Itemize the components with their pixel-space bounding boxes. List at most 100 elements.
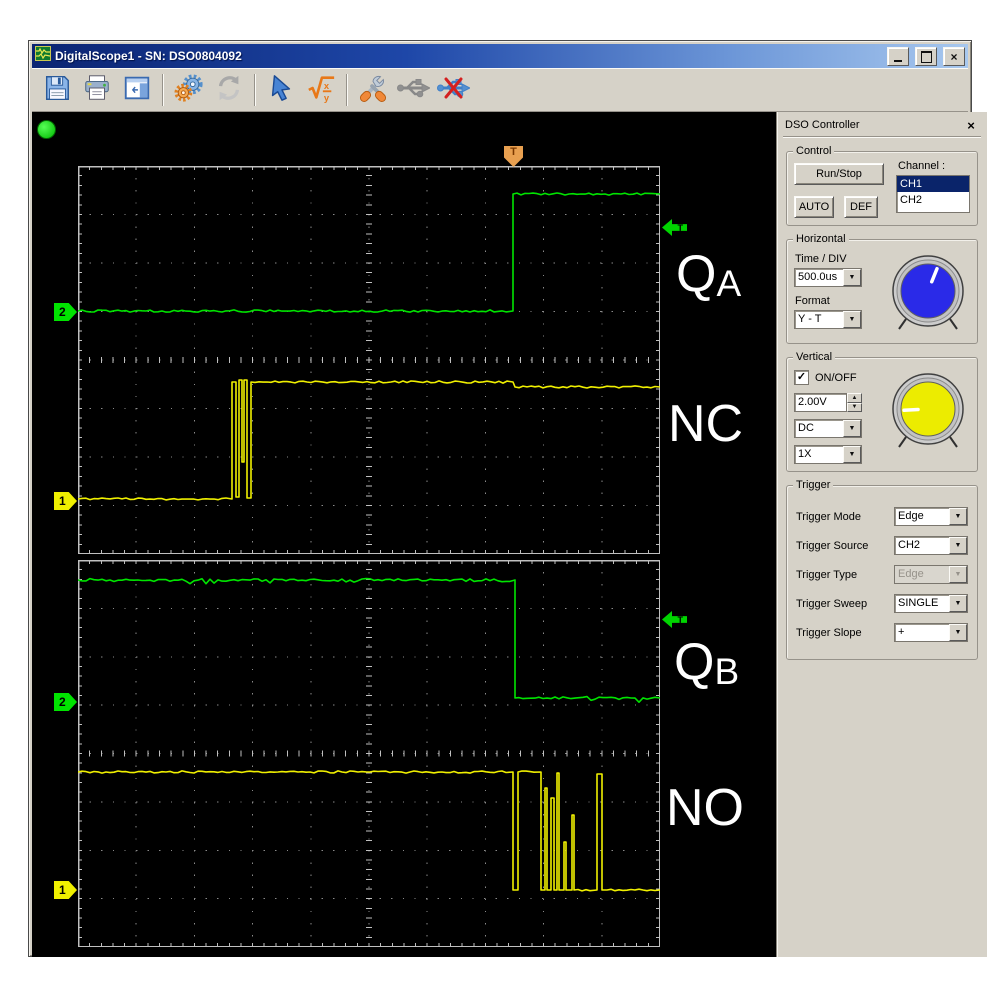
channel-option-ch2[interactable]: CH2 [897, 192, 969, 208]
ch1-position-marker-top[interactable]: 1 [54, 492, 77, 510]
horizontal-group-legend: Horizontal [793, 233, 849, 245]
trigger-type-value: Edge [895, 566, 949, 583]
onoff-label: ON/OFF [815, 371, 857, 384]
signal-label-qb: QB [674, 633, 740, 692]
trigger-sweep-row: Trigger Sweep SINGLE ▼ [796, 594, 968, 613]
horizontal-group: Horizontal Time / DIV 500.0us ▼ Format Y… [786, 233, 978, 344]
chevron-down-icon[interactable]: ▼ [949, 537, 967, 554]
horizontal-knob[interactable] [890, 253, 970, 336]
toolbar-separator [254, 74, 256, 106]
close-button[interactable]: × [943, 46, 965, 66]
volts-div-stepper[interactable]: 2.00V ▲ ▼ [794, 393, 862, 412]
format-value: Y - T [798, 313, 822, 325]
auto-button[interactable]: AUTO [794, 196, 834, 218]
app-icon [35, 46, 51, 66]
math-button[interactable]: xy [301, 72, 341, 108]
cursor-icon [266, 73, 296, 108]
usb-disconnect-icon [436, 75, 472, 106]
coupling-value: DC [798, 422, 814, 434]
refresh-button[interactable] [209, 72, 249, 108]
spin-up-icon[interactable]: ▲ [847, 393, 862, 403]
time-div-value: 500.0us [798, 271, 838, 283]
trigger-mode-select[interactable]: Edge ▼ [894, 507, 968, 526]
app-window: DigitalScope1 - SN: DSO0804092 × xy Q A NC… [28, 40, 987, 957]
toolbar-separator [346, 74, 348, 106]
trigger-source-select[interactable]: CH2 ▼ [894, 536, 968, 555]
chevron-down-icon[interactable]: ▼ [949, 595, 967, 612]
trigger-level-marker-top[interactable]: T [662, 219, 687, 236]
trigger-group-legend: Trigger [793, 479, 834, 491]
math-icon: xy [306, 73, 336, 108]
onoff-checkbox[interactable]: ✓ [794, 370, 809, 385]
print-icon [82, 73, 112, 108]
cursor-button[interactable] [261, 72, 301, 108]
toolbar-separator [162, 74, 164, 106]
settings-icon [173, 73, 205, 108]
ch1-position-marker-bottom[interactable]: 1 [54, 881, 77, 899]
panel-close-button[interactable]: × [963, 118, 979, 133]
save-button[interactable] [37, 72, 77, 108]
spin-down-icon[interactable]: ▼ [847, 402, 862, 412]
ch2-position-marker-top[interactable]: 2 [54, 303, 77, 321]
trigger-slope-select[interactable]: + ▼ [894, 623, 968, 642]
scope-display-top [78, 166, 660, 554]
usb-connect-button[interactable] [393, 72, 433, 108]
maximize-button[interactable] [915, 46, 937, 66]
control-group-legend: Control [793, 145, 835, 157]
layout-button[interactable] [117, 72, 157, 108]
trace-nc [78, 379, 660, 501]
volts-div-value: 2.00V [794, 393, 847, 412]
trigger-mode-label: Trigger Mode [796, 510, 862, 523]
chevron-down-icon[interactable]: ▼ [843, 420, 861, 437]
minimize-icon [894, 59, 902, 62]
time-div-select[interactable]: 500.0us ▼ [794, 268, 862, 287]
svg-text:x: x [324, 80, 330, 90]
channel-listbox[interactable]: CH1 CH2 [896, 175, 970, 213]
def-button[interactable]: DEF [844, 196, 878, 218]
trigger-sweep-value: SINGLE [898, 597, 939, 609]
layout-icon [122, 73, 152, 108]
trigger-slope-value: + [898, 626, 905, 638]
run-stop-button[interactable]: Run/Stop [794, 163, 884, 185]
title-bar[interactable]: DigitalScope1 - SN: DSO0804092 × [32, 44, 968, 68]
trigger-slope-label: Trigger Slope [796, 626, 862, 639]
toolbar: xy [32, 68, 968, 112]
probe-value: 1X [798, 448, 812, 460]
trigger-position-marker[interactable]: T [504, 146, 523, 167]
client-area: Q A NC Q B NO 2 1 2 1 T T T DSO Controller × Control… [32, 112, 987, 957]
chevron-down-icon[interactable]: ▼ [949, 624, 967, 641]
panel-header: DSO Controller × [782, 114, 982, 136]
save-icon [42, 73, 72, 108]
vertical-knob[interactable] [890, 371, 970, 454]
window-title: DigitalScope1 - SN: DSO0804092 [55, 49, 242, 63]
trigger-sweep-select[interactable]: SINGLE ▼ [894, 594, 968, 613]
chevron-down-icon[interactable]: ▼ [843, 446, 861, 463]
chevron-down-icon[interactable]: ▼ [843, 311, 861, 328]
trace-qa [78, 192, 660, 313]
vertical-group: Vertical ✓ ON/OFF 2.00V ▲ ▼ DC ▼ 1X ▼ [786, 351, 978, 472]
channel-option-ch1[interactable]: CH1 [897, 176, 969, 192]
channel-label: Channel : [898, 160, 946, 172]
ch2-position-marker-bottom[interactable]: 2 [54, 693, 77, 711]
chevron-down-icon[interactable]: ▼ [843, 269, 861, 286]
run-indicator-led [37, 120, 56, 139]
format-select[interactable]: Y - T ▼ [794, 310, 862, 329]
refresh-icon [214, 73, 244, 108]
dso-controller-panel: DSO Controller × Control Run/Stop AUTO D… [776, 112, 987, 957]
settings-button[interactable] [169, 72, 209, 108]
trigger-sweep-label: Trigger Sweep [796, 597, 868, 610]
signal-label-nc: NC [668, 395, 744, 453]
panel-title: DSO Controller [785, 119, 860, 131]
usb-disconnect-button[interactable] [433, 72, 473, 108]
coupling-select[interactable]: DC ▼ [794, 419, 862, 438]
trigger-source-row: Trigger Source CH2 ▼ [796, 536, 968, 555]
trigger-type-select: Edge ▼ [894, 565, 968, 584]
tools-button[interactable] [353, 72, 393, 108]
print-button[interactable] [77, 72, 117, 108]
probe-select[interactable]: 1X ▼ [794, 445, 862, 464]
chevron-down-icon[interactable]: ▼ [949, 508, 967, 525]
trigger-level-marker-bottom[interactable]: T [662, 611, 687, 628]
minimize-button[interactable] [887, 46, 909, 66]
vertical-group-legend: Vertical [793, 351, 836, 363]
trigger-mode-row: Trigger Mode Edge ▼ [796, 507, 968, 526]
